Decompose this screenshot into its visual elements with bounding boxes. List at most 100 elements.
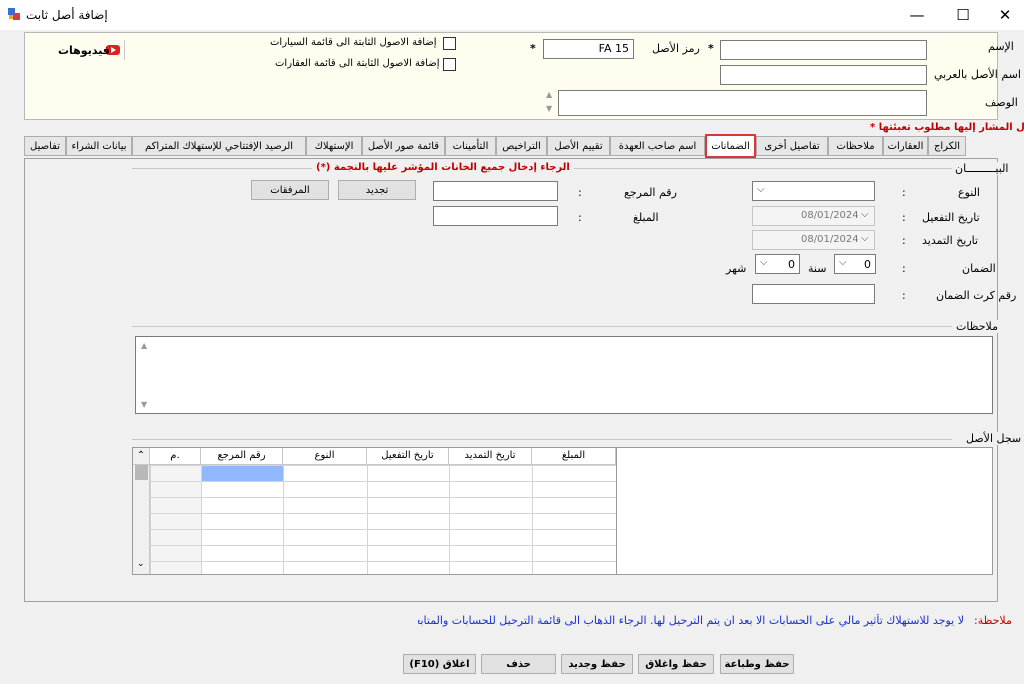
renew-button[interactable]: تجديد bbox=[338, 180, 416, 200]
table-row[interactable] bbox=[150, 545, 616, 562]
grid-corner: ⌃ bbox=[133, 448, 150, 465]
chevron-down-icon: ⌵ bbox=[757, 184, 765, 195]
videos-link[interactable]: فيديوهات bbox=[58, 44, 110, 57]
asset-code-required-star: * bbox=[530, 42, 536, 55]
notes-scroll-down-icon[interactable]: ▼ bbox=[141, 400, 147, 409]
warranty-card-colon: : bbox=[902, 289, 906, 302]
notes-label: ملاحظات bbox=[956, 320, 998, 333]
warranty-months-select[interactable]: ⌵ 0 bbox=[755, 254, 800, 274]
tab-warranties[interactable]: الضمانات bbox=[705, 134, 756, 158]
warranty-years-value: 0 bbox=[864, 258, 871, 271]
tab-realestate[interactable]: العقارات bbox=[883, 136, 928, 156]
history-grid[interactable]: ⌃ م. رقم المرجع النوع تاريخ التفعيل تاري… bbox=[132, 447, 617, 575]
tab-opening-balance[interactable]: الرصيد الإفتتاحي للإستهلاك المتراكم bbox=[132, 136, 306, 156]
cars-checkbox[interactable] bbox=[443, 37, 456, 50]
amount-label: المبلغ bbox=[633, 211, 659, 224]
close-f10-button[interactable]: اغلاق (F10) bbox=[403, 654, 476, 674]
renewal-date-label: تاريخ التمديد bbox=[922, 234, 979, 247]
month-label: شهر bbox=[726, 262, 747, 275]
description-scroll-down-icon[interactable]: ▼ bbox=[546, 104, 552, 113]
tab-details[interactable]: تفاصيل bbox=[24, 136, 66, 156]
bottom-note-label: ملاحظة: bbox=[974, 614, 1012, 627]
description-textarea[interactable] bbox=[558, 90, 927, 116]
tab-valuation[interactable]: تقييم الأصل bbox=[547, 136, 610, 156]
realestate-checkbox[interactable] bbox=[443, 58, 456, 71]
description-scroll-up-icon[interactable]: ▲ bbox=[546, 90, 552, 99]
year-label: سنة bbox=[808, 262, 827, 275]
chevron-down-icon: ⌵ bbox=[861, 233, 869, 244]
maximize-button[interactable]: ☐ bbox=[940, 0, 986, 30]
grid-header-amount[interactable]: المبلغ bbox=[532, 448, 616, 465]
activation-date-label: تاريخ التفعيل bbox=[922, 211, 980, 224]
grid-row-header-selected bbox=[135, 465, 148, 480]
bottom-note: لا يوجد للاستهلاك تأثير مالي على الحسابا… bbox=[418, 614, 964, 627]
chevron-down-icon: ⌵ bbox=[839, 257, 847, 268]
reference-colon: : bbox=[578, 186, 582, 199]
tab-other-details[interactable]: تفاصيل أخرى bbox=[756, 136, 828, 156]
reference-input[interactable] bbox=[433, 181, 558, 201]
grid-body[interactable] bbox=[150, 465, 616, 574]
grid-header-renewal[interactable]: تاريخ التمديد bbox=[449, 448, 532, 465]
warranty-card-input[interactable] bbox=[752, 284, 875, 304]
grid-header-index[interactable]: م. bbox=[150, 448, 201, 465]
grid-empty-area bbox=[617, 447, 993, 575]
reference-label: رقم المرجع bbox=[624, 186, 677, 199]
attachments-button[interactable]: المرفقات bbox=[251, 180, 329, 200]
renewal-colon: : bbox=[902, 234, 906, 247]
warranty-label: الضمان bbox=[962, 262, 996, 275]
table-row[interactable] bbox=[150, 465, 616, 482]
notes-scroll-up-icon[interactable]: ▲ bbox=[141, 341, 147, 350]
tab-depreciation[interactable]: الإستهلاك bbox=[306, 136, 362, 156]
cars-checkbox-label: إضافة الاصول الثابتة الى قائمة السيارات bbox=[270, 37, 437, 48]
chevron-down-icon: ⌵ bbox=[861, 209, 869, 220]
type-select[interactable]: ⌵ bbox=[752, 181, 875, 201]
save-new-button[interactable]: حفظ وجديد bbox=[561, 654, 633, 674]
realestate-checkbox-label: إضافة الاصول الثابتة الى قائمة العقارات bbox=[275, 58, 440, 69]
name-input[interactable] bbox=[720, 40, 927, 60]
save-print-button[interactable]: حفظ وطباعة bbox=[720, 654, 794, 674]
table-row[interactable] bbox=[150, 497, 616, 514]
name-required-star: * bbox=[708, 42, 714, 55]
activation-date-picker[interactable]: ⌵ 08/01/2024 bbox=[752, 206, 875, 226]
table-row[interactable] bbox=[150, 561, 616, 574]
tab-insurance[interactable]: التأمينات bbox=[445, 136, 496, 156]
grid-scroll-down-icon[interactable]: ⌄ bbox=[137, 559, 145, 569]
tab-notes[interactable]: ملاحظات bbox=[828, 136, 883, 156]
required-hint: الرجاء إدخال جميع الخانات المؤشر عليها ب… bbox=[312, 162, 574, 173]
asset-code-input[interactable]: FA 15 bbox=[543, 39, 634, 59]
amount-colon: : bbox=[578, 211, 582, 224]
minimize-button[interactable]: — bbox=[894, 0, 940, 30]
grid-scroll-up-icon[interactable]: ⌃ bbox=[137, 450, 145, 461]
description-label: الوصف bbox=[985, 96, 1018, 109]
grid-header-type[interactable]: النوع bbox=[283, 448, 367, 465]
notes-textarea[interactable] bbox=[135, 336, 993, 414]
name-label: الإسم bbox=[988, 40, 1014, 53]
warranty-years-select[interactable]: ⌵ 0 bbox=[834, 254, 876, 274]
amount-input[interactable] bbox=[433, 206, 558, 226]
chevron-down-icon: ⌵ bbox=[760, 257, 768, 268]
table-row[interactable] bbox=[150, 513, 616, 530]
arabic-name-label: اسم الأصل بالعربي bbox=[934, 68, 1021, 81]
history-label: سجل الأصل bbox=[966, 432, 1022, 445]
grid-header-reference[interactable]: رقم المرجع bbox=[201, 448, 283, 465]
table-row[interactable] bbox=[150, 481, 616, 498]
tab-purchase-data[interactable]: بيانات الشراء bbox=[66, 136, 132, 156]
title-bar: إضافة أصل ثابت — ☐ ✕ bbox=[0, 0, 1024, 30]
type-label: النوع bbox=[958, 186, 980, 199]
type-colon: : bbox=[902, 186, 906, 199]
tab-custodian[interactable]: اسم صاحب العهدة bbox=[610, 136, 705, 156]
close-button[interactable]: ✕ bbox=[982, 0, 1024, 30]
arabic-name-input[interactable] bbox=[720, 65, 927, 85]
window-title: إضافة أصل ثابت bbox=[26, 8, 108, 22]
table-row[interactable] bbox=[150, 529, 616, 546]
tab-licenses[interactable]: التراخيص bbox=[496, 136, 547, 156]
tab-garage[interactable]: الكراج bbox=[928, 136, 966, 156]
app-icon bbox=[8, 8, 20, 20]
notes-group-line bbox=[132, 326, 952, 327]
save-close-button[interactable]: حفظ واغلاق bbox=[638, 654, 714, 674]
renewal-date-picker[interactable]: ⌵ 08/01/2024 bbox=[752, 230, 875, 250]
delete-button[interactable]: حذف bbox=[481, 654, 556, 674]
grid-header-activation[interactable]: تاريخ التفعيل bbox=[367, 448, 449, 465]
tab-asset-images[interactable]: قائمة صور الأصل bbox=[362, 136, 445, 156]
warranty-colon: : bbox=[902, 262, 906, 275]
